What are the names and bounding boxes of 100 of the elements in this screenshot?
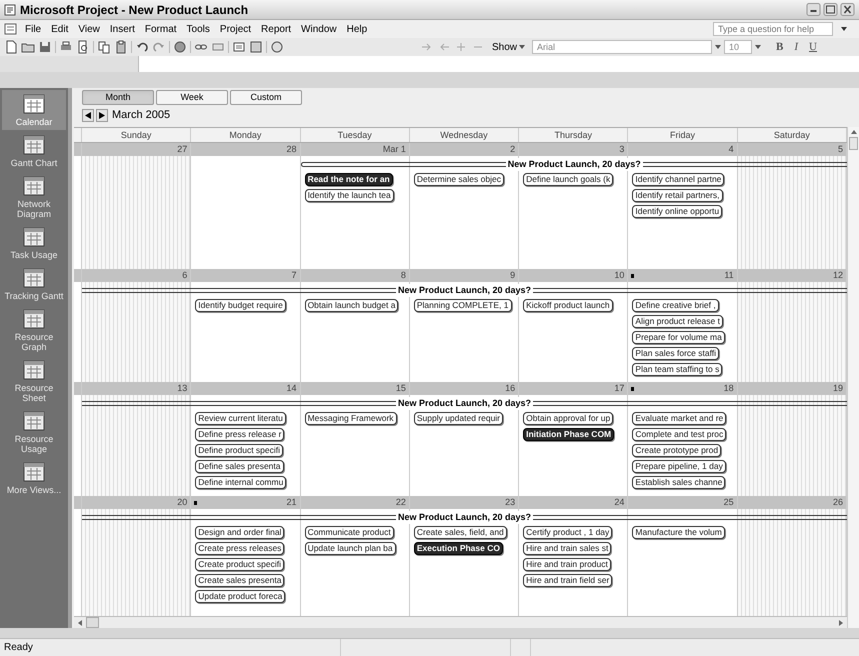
caret-icon[interactable] [715, 45, 722, 49]
horizontal-scrollbar-thumb[interactable] [86, 617, 99, 628]
new-document-icon[interactable] [4, 40, 18, 54]
task-bar[interactable]: Kickoff product launch [523, 299, 613, 312]
milestone-bar[interactable]: Initiation Phase COM [523, 428, 614, 441]
task-bar[interactable]: Plan sales force staffi [632, 347, 720, 360]
task-bar[interactable]: Create press releases [195, 542, 284, 555]
task-bar[interactable]: Obtain approval for up [523, 412, 614, 425]
scroll-up-icon[interactable] [850, 130, 856, 134]
task-bar[interactable]: Prepare for volume ma [632, 331, 725, 344]
task-bar[interactable]: Review current literatu [195, 412, 286, 425]
menu-item[interactable]: File [25, 22, 42, 36]
milestone-bar[interactable]: Execution Phase CO [414, 542, 503, 555]
sidebar-item[interactable]: Resource Graph [2, 305, 66, 355]
task-bar[interactable]: Update launch plan ba [304, 542, 396, 555]
date-label: 2 [510, 142, 516, 156]
view-tab[interactable]: Week [156, 90, 228, 105]
menu-item[interactable]: Edit [51, 22, 68, 36]
task-bar[interactable]: Create sales presenta [195, 574, 284, 587]
view-tab[interactable]: Custom [230, 90, 302, 105]
maximize-button[interactable] [823, 3, 838, 16]
task-bar[interactable]: Define creative brief , [632, 299, 719, 312]
task-bar[interactable]: Supply updated requir [414, 412, 504, 425]
caret-icon[interactable] [841, 27, 847, 31]
task-bar[interactable]: Obtain launch budget a [304, 299, 398, 312]
font-field[interactable]: Arial [532, 40, 712, 54]
task-bar[interactable]: Define launch goals (k [523, 173, 614, 186]
underline-button[interactable]: U [805, 38, 821, 56]
task-bar[interactable]: Determine sales objec [414, 173, 504, 186]
task-bar[interactable]: Identify channel partne [632, 173, 724, 186]
sidebar-item[interactable]: Tracking Gantt [2, 264, 66, 304]
task-bar[interactable]: Messaging Framework [304, 412, 397, 425]
menu-item[interactable]: View [78, 22, 100, 36]
sidebar-item[interactable]: Network Diagram [2, 172, 66, 222]
date-label: 21 [286, 496, 297, 509]
help-search-field[interactable]: Type a question for help [713, 22, 833, 36]
clipboard-icon[interactable] [114, 40, 128, 54]
task-bar[interactable]: Design and order final [195, 526, 284, 539]
task-bar[interactable]: Hire and train field ser [523, 574, 612, 587]
sidebar-item[interactable]: Task Usage [2, 223, 66, 263]
task-bar[interactable]: Identify retail partners, [632, 189, 723, 202]
date-label: 24 [614, 496, 624, 509]
task-bar[interactable]: Create sales, field, and [414, 526, 507, 539]
sidebar-item[interactable]: Resource Usage [2, 407, 66, 457]
previous-month-button[interactable] [82, 108, 94, 122]
task-bar[interactable]: Define press release r [195, 428, 284, 441]
milestone-bar[interactable]: Read the note for an [304, 173, 393, 186]
task-bar[interactable]: Identify online opportu [632, 205, 722, 218]
scroll-right-icon[interactable] [839, 620, 843, 626]
grid-icon [23, 267, 45, 289]
undo-icon[interactable] [135, 40, 149, 54]
task-bar[interactable]: Prepare pipeline, 1 day [632, 460, 726, 473]
bold-button[interactable]: B [772, 38, 788, 56]
task-bar[interactable]: Planning COMPLETE, 1 [414, 299, 512, 312]
sidebar-item[interactable]: Resource Sheet [2, 356, 66, 406]
task-bar[interactable]: Certify product , 1 day [523, 526, 612, 539]
task-bar[interactable]: Communicate product [304, 526, 394, 539]
task-bar[interactable]: Create product specifi [195, 558, 284, 571]
task-bar[interactable]: Align product release t [632, 315, 723, 328]
vertical-scrollbar-thumb[interactable] [849, 137, 858, 150]
sidebar-item[interactable]: Gantt Chart [2, 131, 66, 171]
close-button[interactable] [840, 3, 855, 16]
task-bar[interactable]: Evaluate market and re [632, 412, 726, 425]
notes-icon[interactable] [249, 40, 263, 54]
task-bar[interactable]: Establish sales channe [632, 476, 726, 489]
copy-icon[interactable] [97, 40, 111, 54]
menu-item[interactable]: Project [220, 22, 252, 36]
scroll-left-icon[interactable] [78, 620, 82, 626]
task-bar[interactable]: Define product specifi [195, 444, 284, 457]
minimize-button[interactable] [806, 3, 821, 16]
caret-icon[interactable] [755, 45, 762, 49]
menu-item[interactable]: Format [144, 22, 177, 36]
menu-item[interactable]: Insert [110, 22, 135, 36]
print-preview-icon[interactable] [76, 40, 90, 54]
menu-item[interactable]: Window [301, 22, 337, 36]
task-bar[interactable]: Define sales presenta [195, 460, 284, 473]
task-bar[interactable]: Create prototype prod [632, 444, 722, 457]
italic-button[interactable]: I [790, 38, 802, 56]
font-size-field[interactable]: 10 [724, 40, 752, 54]
task-bar[interactable]: Complete and test proc [632, 428, 726, 441]
sidebar-item[interactable]: More Views... [2, 458, 66, 498]
task-bar[interactable]: Hire and train product [523, 558, 611, 571]
task-bar[interactable]: Plan team staffing to s [632, 363, 722, 376]
view-tab[interactable]: Month [82, 90, 154, 105]
task-bar[interactable]: Identify budget require [195, 299, 286, 312]
task-bar[interactable]: Hire and train sales st [523, 542, 612, 555]
menu-item[interactable]: Tools [186, 22, 210, 36]
task-bar[interactable]: Manufacture the volum [632, 526, 725, 539]
show-button[interactable]: Show [488, 40, 530, 54]
next-month-button[interactable] [96, 108, 108, 122]
menu-item[interactable]: Report [261, 22, 292, 36]
menu-item[interactable]: Help [346, 22, 368, 36]
weekday-header: Sunday [82, 128, 192, 142]
status-text: Ready [3, 641, 34, 655]
document-icon[interactable] [4, 23, 17, 35]
task-bar[interactable]: Define internal commu [195, 476, 286, 489]
caret-icon[interactable] [519, 45, 526, 49]
task-info-icon[interactable] [232, 40, 246, 54]
task-bar[interactable]: Update product foreca [195, 590, 286, 603]
task-bar[interactable]: Identify the launch tea [304, 189, 394, 202]
